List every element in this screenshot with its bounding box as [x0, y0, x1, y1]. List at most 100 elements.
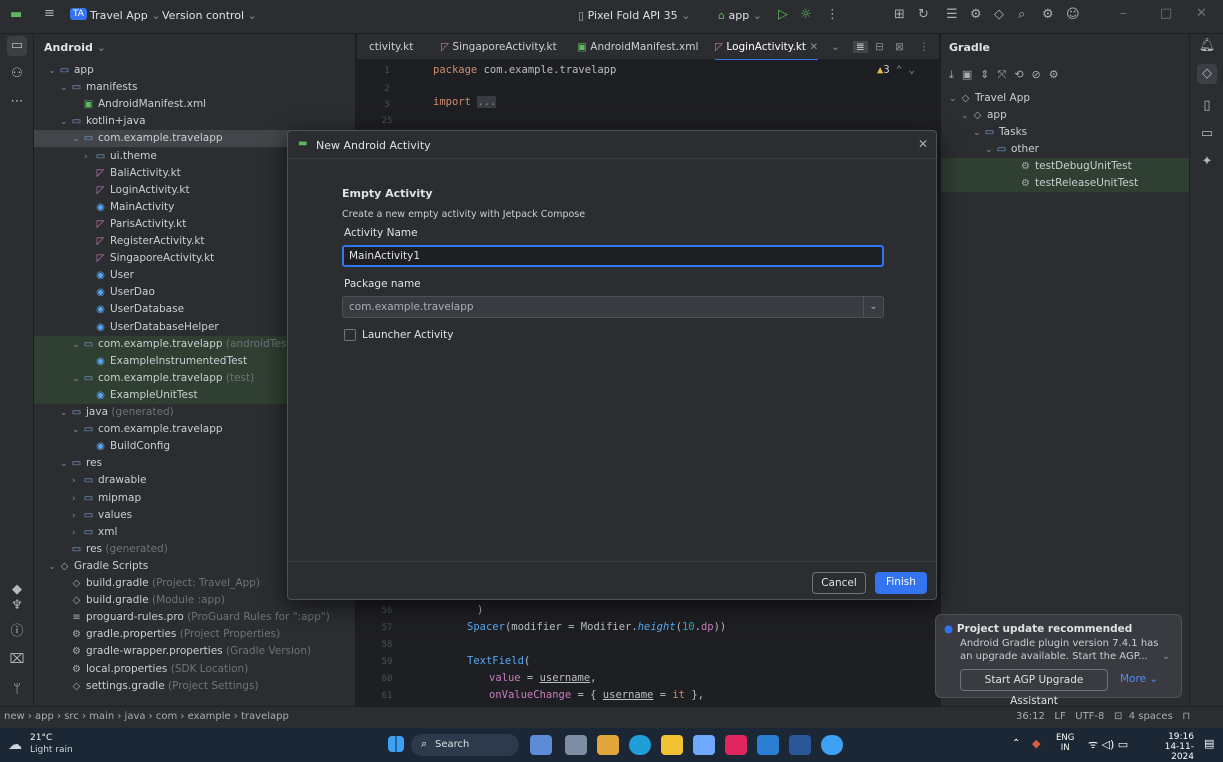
chevron-down-icon[interactable]: ⌄	[863, 297, 883, 317]
git-icon[interactable]: ᛘ	[7, 680, 27, 700]
close-dialog-icon[interactable]: ✕	[918, 137, 928, 151]
chevron-right-icon[interactable]: ›	[72, 508, 82, 525]
gemini-icon[interactable]: ✦	[1197, 152, 1217, 172]
chevron-down-icon[interactable]: ⌄	[60, 80, 70, 97]
tab-login-activity[interactable]: ◸ LoginActivity.kt ✕	[715, 41, 819, 61]
file-explorer-icon[interactable]	[661, 735, 683, 755]
execute-task-icon[interactable]: ▣	[962, 68, 980, 81]
gradle-icon[interactable]: ◇	[994, 8, 1004, 22]
close-window-icon[interactable]: ✕	[1196, 7, 1207, 21]
tray-app-icon[interactable]: ◆	[1032, 737, 1040, 750]
structure-icon[interactable]: ☰	[946, 8, 958, 22]
tab-overflow-icon[interactable]: ⌄	[831, 41, 840, 53]
task-view-icon[interactable]	[565, 735, 587, 755]
version-control-menu[interactable]: Version control ⌄	[162, 9, 257, 22]
chevron-down-icon[interactable]: ⌄	[72, 337, 82, 354]
device-manager-icon[interactable]: ⊞	[894, 8, 905, 22]
breadcrumb-item[interactable]: travelapp	[241, 711, 289, 722]
code-view-icon[interactable]: ≣	[853, 41, 868, 53]
more-link[interactable]: More ⌄	[1120, 673, 1158, 685]
chevron-down-icon[interactable]: ⌄	[60, 456, 70, 473]
breadcrumb-item[interactable]: main	[89, 711, 114, 722]
start-agp-upgrade-button[interactable]: Start AGP Upgrade Assistant	[960, 669, 1108, 707]
settings-app-icon[interactable]	[693, 735, 715, 755]
weather-condition[interactable]: Light rain	[30, 745, 73, 755]
breadcrumb-item[interactable]: example	[188, 711, 231, 722]
resource-manager-icon[interactable]: ⚇	[7, 64, 27, 84]
cancel-button[interactable]: Cancel	[812, 572, 866, 594]
run-icon[interactable]: ▷	[778, 8, 788, 22]
package-name-select[interactable]: com.example.travelapp ⌄	[342, 296, 884, 318]
chevron-down-icon[interactable]: ⌄	[72, 371, 82, 388]
project-tool-icon[interactable]: ▭	[7, 36, 27, 56]
settings-icon[interactable]: ⚙	[1042, 8, 1054, 22]
expand-all-icon[interactable]: ⇕	[980, 68, 997, 81]
project-tree-item[interactable]: ⌄ ▭ kotlin+java	[34, 113, 356, 130]
weather-icon[interactable]: ☁	[8, 737, 22, 753]
edge-icon[interactable]	[629, 735, 651, 755]
editor-menu-icon[interactable]: ⋮	[919, 41, 930, 53]
file-encoding[interactable]: UTF-8	[1075, 711, 1104, 722]
chevron-right-icon[interactable]: ›	[72, 525, 82, 542]
download-icon[interactable]: ⤓	[949, 68, 962, 81]
project-tree-item[interactable]: ▣ AndroidManifest.xml	[34, 96, 356, 113]
project-switcher[interactable]: Travel App ⌄	[90, 9, 160, 22]
temperature[interactable]: 21°C	[30, 733, 52, 743]
offline-mode-icon[interactable]: ⊘	[1032, 68, 1049, 81]
android-studio-taskbar-icon[interactable]	[821, 735, 843, 755]
tab-singapore-activity[interactable]: ◸ SingaporeActivity.kt	[441, 41, 557, 53]
split-view-icon[interactable]: ⊟	[875, 41, 884, 53]
chevron-down-icon[interactable]: ⌄	[48, 63, 58, 80]
notification-center-icon[interactable]: ▤	[1204, 737, 1214, 750]
main-menu-icon[interactable]: ≡	[44, 7, 55, 21]
language-indicator[interactable]: ENG IN	[1056, 733, 1074, 753]
windows-start-icon[interactable]	[388, 736, 404, 752]
gradle-tree-item[interactable]: ⌄ ▭ other	[985, 141, 1189, 158]
clock[interactable]: 19:16 14-11-2024	[1146, 732, 1194, 762]
lock-icon[interactable]: ⊓	[1182, 711, 1190, 722]
device-manager-tool-icon[interactable]: ▯	[1197, 96, 1217, 116]
device-selector[interactable]: ▯ Pixel Fold API 35 ⌄	[578, 9, 690, 22]
chevron-down-icon[interactable]: ⌄	[60, 405, 70, 422]
gradle-tree-item[interactable]: ⌄ ▭ Tasks	[973, 124, 1189, 141]
chevron-right-icon[interactable]: ›	[84, 149, 94, 166]
expand-notification-icon[interactable]: ⌄	[1162, 651, 1170, 662]
gradle-tree-item[interactable]: ⌄ ◇ app	[961, 107, 1189, 124]
breadcrumb-item[interactable]: new	[4, 711, 25, 722]
breadcrumb-item[interactable]: src	[64, 711, 79, 722]
tab-activity[interactable]: ctivity.kt	[369, 41, 413, 53]
readonly-icon[interactable]: ⊡	[1114, 711, 1122, 722]
launcher-activity-checkbox[interactable]	[344, 329, 356, 341]
chevron-right-icon[interactable]: ›	[72, 473, 82, 490]
chevron-down-icon[interactable]: ⌄	[72, 131, 82, 148]
warnings-indicator[interactable]: ▲3 ⌃ ⌄	[877, 64, 915, 76]
youtube-icon[interactable]	[725, 735, 747, 755]
account-icon[interactable]: ☺	[1066, 8, 1080, 22]
sync-icon[interactable]: ↻	[918, 8, 929, 22]
project-tree-item[interactable]: ◇ settings.gradle (Project Settings)	[34, 678, 356, 695]
maximize-icon[interactable]: □	[1160, 7, 1172, 21]
word-icon[interactable]	[789, 735, 811, 755]
caret-position[interactable]: 36:12	[1016, 711, 1045, 722]
project-tree-item[interactable]: ⚙ gradle.properties (Project Properties)	[34, 626, 356, 643]
chevron-down-icon[interactable]: ⌄	[48, 559, 58, 576]
project-view-selector[interactable]: Android ⌄	[44, 41, 106, 54]
widgets-icon[interactable]	[530, 735, 552, 755]
search-icon[interactable]: ⌕	[1018, 8, 1025, 22]
project-tree-item[interactable]: ⌄ ▭ manifests	[34, 79, 356, 96]
running-devices-icon[interactable]: ▭	[1197, 124, 1217, 144]
run-config-selector[interactable]: ⌂ app ⌄	[718, 9, 762, 22]
minimize-icon[interactable]: –	[1120, 7, 1127, 21]
breadcrumb-item[interactable]: app	[35, 711, 54, 722]
line-separator[interactable]: LF	[1054, 711, 1065, 722]
collapse-all-icon[interactable]: ⤧	[998, 68, 1015, 81]
search-box[interactable]: ⌕ Search	[411, 734, 519, 756]
debug-icon[interactable]: ☼	[800, 8, 812, 22]
project-tree-item[interactable]: ≡ proguard-rules.pro (ProGuard Rules for …	[34, 609, 356, 626]
activity-name-input[interactable]: MainActivity1	[342, 245, 884, 267]
chevron-down-icon[interactable]: ⌄	[72, 422, 82, 439]
photos-icon[interactable]	[597, 735, 619, 755]
more-actions-icon[interactable]: ⋮	[826, 8, 839, 22]
project-tree-item[interactable]: ⌄ ▭ app	[34, 62, 356, 79]
show-hidden-icons[interactable]: ⌃	[1012, 738, 1020, 749]
